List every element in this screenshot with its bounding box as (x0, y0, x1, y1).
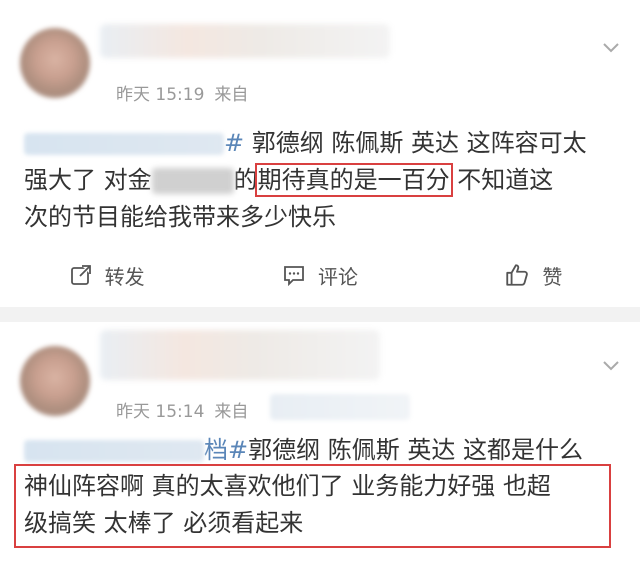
highlight-line2: 级搞笑 太棒了 必须看起来 (24, 509, 304, 537)
blurred-topic[interactable] (24, 133, 224, 155)
topic-hash[interactable]: # (224, 129, 244, 157)
post-meta: 昨天 15:19 来自 (116, 80, 248, 105)
share-square-icon (70, 265, 91, 285)
highlighted-text: 期待真的是一百分 (254, 163, 453, 197)
blurred-source (270, 394, 410, 420)
highlight-line1: 神仙阵容啊 真的太喜欢他们了 业务能力好强 也超 (24, 472, 551, 500)
topic-hash[interactable]: # (228, 436, 248, 464)
post-source: 来自 (214, 85, 249, 105)
text-line2-start: 强大了 对金 (24, 166, 152, 194)
action-bar: 转发 评论 赞 (0, 252, 640, 298)
avatar[interactable] (20, 346, 90, 416)
text-line1: 郭德纲 陈佩斯 英达 这都是什么 (248, 436, 583, 464)
post-source: 来自 (214, 402, 249, 422)
like-button[interactable]: 赞 (427, 261, 640, 290)
blurred-username[interactable] (100, 330, 380, 380)
post-time: 昨天 15:19 (116, 85, 205, 105)
weibo-post-1: 昨天 15:19 来自 # 郭德纲 陈佩斯 英达 这阵容可太 强大了 对金 的期待真… (0, 0, 640, 307)
comment-button[interactable]: 评论 (213, 261, 426, 290)
post-text: # 郭德纲 陈佩斯 英达 这阵容可太 强大了 对金 的期待真的是一百分 不知道这 … (24, 125, 614, 236)
avatar[interactable] (20, 28, 90, 98)
repost-label: 转发 (104, 264, 145, 289)
highlighted-text: 神仙阵容啊 真的太喜欢他们了 业务能力好强 也超 级搞笑 太棒了 必须看起来 (24, 468, 604, 542)
post-time: 昨天 15:14 (116, 402, 205, 422)
chevron-down-icon[interactable] (602, 356, 620, 374)
chevron-down-icon[interactable] (602, 38, 620, 56)
comment-bubble-icon (284, 266, 304, 287)
weibo-post-2: 昨天 15:14 来自 档#郭德纲 陈佩斯 英达 这都是什么 神仙阵容啊 真的太喜… (0, 322, 640, 562)
post-meta: 昨天 15:14 来自 (116, 397, 248, 422)
repost-button[interactable]: 转发 (0, 261, 213, 290)
like-label: 赞 (542, 264, 563, 289)
blurred-topic[interactable] (24, 440, 204, 462)
comment-label: 评论 (317, 264, 358, 289)
text-line2-end: 不知道这 (449, 166, 554, 194)
topic-tail[interactable]: 档 (204, 436, 228, 464)
text-line2-mid: 的 (233, 166, 258, 194)
blurred-username[interactable] (100, 24, 390, 58)
text-line3: 次的节目能给我带来多少快乐 (24, 203, 336, 231)
blurred-text (151, 168, 234, 194)
text-line1: 郭德纲 陈佩斯 英达 这阵容可太 (244, 129, 587, 157)
thumbs-up-icon (506, 264, 529, 286)
